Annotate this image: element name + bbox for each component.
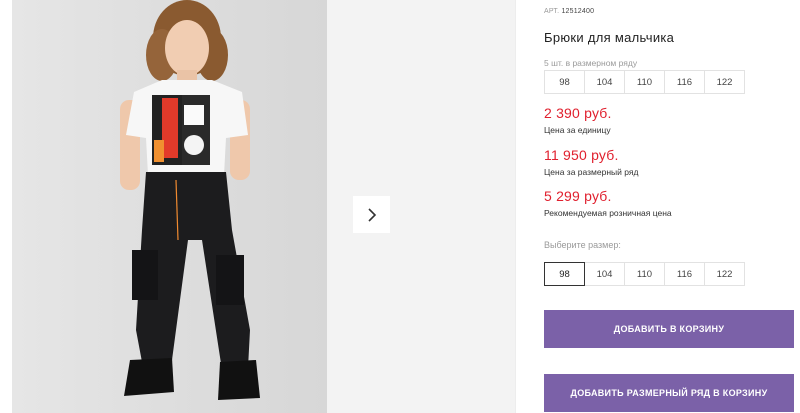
product-photo[interactable] [12, 0, 327, 413]
product-title: Брюки для мальчика [544, 30, 675, 45]
article-label: АРТ. [544, 8, 560, 15]
gallery-next-button[interactable] [353, 196, 390, 233]
product-info: АРТ. 12512400 Брюки для мальчика 5 шт. в… [544, 0, 800, 413]
size-row-price-label: Цена за размерный ряд [544, 167, 639, 177]
article-value: 12512400 [561, 8, 595, 15]
size-row-price: 11 950 руб. [544, 147, 619, 163]
add-to-cart-button[interactable]: ДОБАВИТЬ В КОРЗИНУ [544, 310, 794, 348]
unit-price: 2 390 руб. [544, 105, 612, 121]
retail-price: 5 299 руб. [544, 188, 612, 204]
size-row-item: 122 [704, 70, 745, 94]
article-number: АРТ. 12512400 [544, 8, 594, 15]
choose-size-label: Выберите размер: [544, 240, 621, 250]
size-option-110[interactable]: 110 [624, 262, 665, 286]
product-photo-illustration [120, 0, 260, 400]
content-divider [515, 0, 516, 413]
size-selector: 98 104 110 116 122 [544, 262, 745, 286]
size-row-item: 116 [664, 70, 705, 94]
size-row-item: 110 [624, 70, 665, 94]
size-row-note: 5 шт. в размерном ряду [544, 58, 638, 68]
add-size-row-to-cart-button[interactable]: ДОБАВИТЬ РАЗМЕРНЫЙ РЯД В КОРЗИНУ [544, 374, 794, 412]
size-option-104[interactable]: 104 [584, 262, 625, 286]
size-row-list: 98 104 110 116 122 [544, 70, 745, 94]
unit-price-label: Цена за единицу [544, 125, 611, 135]
size-row-item: 104 [584, 70, 625, 94]
size-row-item: 98 [544, 70, 585, 94]
size-option-98[interactable]: 98 [544, 262, 585, 286]
size-option-122[interactable]: 122 [704, 262, 745, 286]
retail-price-label: Рекомендуемая розничная цена [544, 208, 672, 218]
product-gallery [12, 0, 515, 413]
size-option-116[interactable]: 116 [664, 262, 705, 286]
chevron-right-icon [367, 207, 376, 222]
